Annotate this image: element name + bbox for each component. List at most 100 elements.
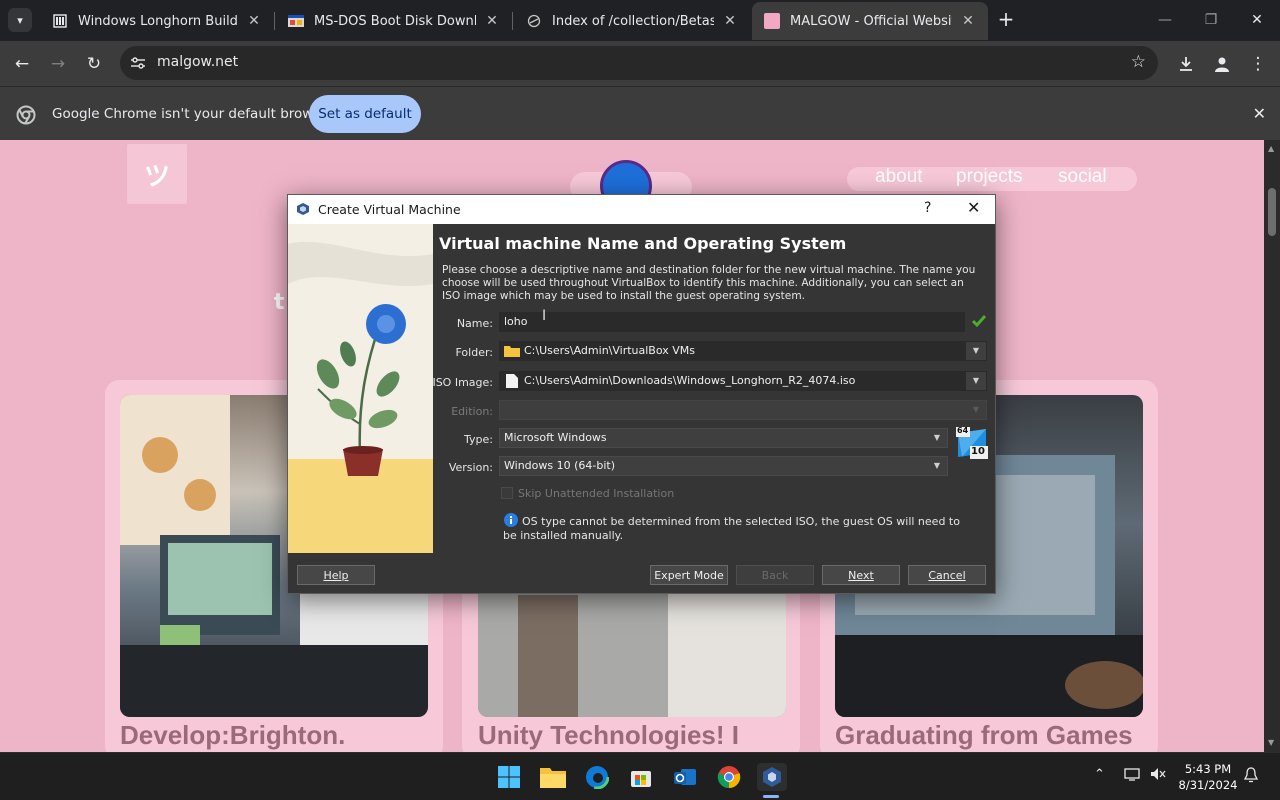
volume-muted-icon[interactable]: [1150, 767, 1166, 785]
browser-toolbar: ← → ↻ malgow.net ☆ ⋮: [0, 41, 1280, 86]
infobar-message: Google Chrome isn't your default browser: [52, 106, 335, 122]
tab-title: MS-DOS Boot Disk Download |: [314, 13, 476, 29]
url-text[interactable]: malgow.net: [157, 54, 238, 70]
dropdown-arrow-icon[interactable]: ▼: [966, 372, 986, 390]
download-icon[interactable]: [1171, 49, 1201, 79]
folder-icon: [504, 344, 520, 360]
page-scrollbar[interactable]: ▲ ▼: [1264, 140, 1280, 752]
type-label: Type:: [464, 433, 493, 446]
microsoft-store-icon[interactable]: [627, 763, 655, 791]
next-button[interactable]: Next: [822, 565, 900, 585]
nav-projects[interactable]: projects: [956, 166, 1023, 188]
edge-browser-icon[interactable]: [583, 763, 611, 791]
card-title[interactable]: Develop:Brighton.: [120, 720, 345, 751]
restore-icon[interactable]: ❐: [1188, 0, 1234, 40]
new-tab-button[interactable]: +: [994, 8, 1018, 32]
skip-unattended-label: Skip Unattended Installation: [518, 487, 675, 500]
chrome-logo-icon: [16, 105, 36, 125]
tab-title: Windows Longhorn Build 5112: [78, 13, 238, 29]
window-close-icon[interactable]: ✕: [1234, 0, 1280, 40]
back-button: Back: [736, 565, 814, 585]
windows-taskbar: ⌃ 5:43 PM 8/31/2024: [0, 752, 1280, 800]
forward-arrow-icon[interactable]: →: [43, 49, 73, 79]
tab-close-icon[interactable]: ✕: [484, 13, 500, 29]
help-button[interactable]: Help: [297, 565, 375, 585]
dropdown-arrow-icon[interactable]: ▼: [966, 342, 986, 360]
virtualbox-taskbar-icon[interactable]: [757, 763, 787, 791]
set-as-default-button[interactable]: Set as default: [309, 95, 421, 133]
site-logo[interactable]: ツ: [127, 144, 187, 204]
expert-mode-button[interactable]: Expert Mode: [650, 565, 728, 585]
tab-msdos[interactable]: MS-DOS Boot Disk Download | ✕: [276, 2, 512, 40]
tab-title: Index of /collection/Betas/: [552, 13, 714, 29]
file-explorer-icon[interactable]: [539, 763, 567, 791]
tab-separator: [274, 12, 275, 30]
chrome-taskbar-icon[interactable]: [715, 763, 743, 791]
tab-index-betas[interactable]: Index of /collection/Betas/ ✕: [514, 2, 750, 40]
type-value: Microsoft Windows: [504, 431, 607, 444]
bookmark-star-icon[interactable]: ☆: [1131, 52, 1146, 72]
show-hidden-icons-chevron-icon[interactable]: ⌃: [1094, 767, 1105, 782]
scrollbar-thumb[interactable]: [1268, 188, 1276, 236]
chevron-down-icon: ▾: [17, 13, 23, 27]
network-icon[interactable]: [1124, 767, 1140, 785]
tab-longhorn[interactable]: Windows Longhorn Build 5112 ✕: [40, 2, 274, 40]
document-favicon-icon: [52, 13, 68, 29]
site-settings-icon[interactable]: [129, 54, 147, 72]
tab-close-icon[interactable]: ✕: [246, 13, 262, 29]
menu-kebab-icon[interactable]: ⋮: [1243, 49, 1273, 79]
system-clock[interactable]: 5:43 PM 8/31/2024: [1178, 761, 1238, 793]
back-arrow-icon[interactable]: ←: [7, 49, 37, 79]
folder-label: Folder:: [455, 346, 493, 359]
clock-date: 8/31/2024: [1178, 778, 1238, 792]
tab-search-button[interactable]: ▾: [8, 8, 32, 32]
notification-bell-icon[interactable]: [1243, 767, 1259, 787]
version-select[interactable]: Windows 10 (64-bit) ▼: [499, 456, 948, 476]
dropdown-arrow-icon[interactable]: ▼: [927, 429, 947, 447]
reload-icon[interactable]: ↻: [79, 49, 109, 79]
valid-check-icon: [971, 313, 987, 333]
site-partial-heading: t: [274, 290, 285, 315]
iso-selector[interactable]: C:\Users\Admin\Downloads\Windows_Longhor…: [499, 371, 987, 391]
nav-about[interactable]: about: [875, 166, 923, 188]
iso-path: C:\Users\Admin\Downloads\Windows_Longhor…: [524, 374, 856, 387]
dropdown-arrow-icon: ▼: [972, 405, 980, 414]
minimize-icon[interactable]: —: [1142, 0, 1188, 40]
next-button-label: Next: [848, 568, 874, 582]
address-bar[interactable]: malgow.net ☆: [120, 46, 1158, 80]
tab-malgow[interactable]: MALGOW - Official Website! ✕: [752, 2, 988, 40]
folder-path: C:\Users\Admin\VirtualBox VMs: [524, 344, 695, 357]
card-title[interactable]: Unity Technologies! I: [478, 720, 739, 751]
scroll-down-icon[interactable]: ▼: [1268, 738, 1274, 747]
name-input[interactable]: loho: [499, 312, 965, 332]
profile-icon[interactable]: [1207, 49, 1237, 79]
cancel-button[interactable]: Cancel: [908, 565, 986, 585]
windows10-os-icon: 64 10: [956, 426, 988, 459]
scroll-up-icon[interactable]: ▲: [1268, 144, 1274, 153]
tab-separator: [512, 12, 513, 30]
nav-social[interactable]: social: [1058, 166, 1107, 188]
help-button-label: Help: [323, 568, 349, 582]
start-windows-icon[interactable]: [495, 763, 523, 791]
name-label: Name:: [456, 317, 493, 330]
version-label: Version:: [448, 461, 493, 474]
tab-close-icon[interactable]: ✕: [960, 13, 976, 29]
dialog-help-icon[interactable]: ?: [924, 200, 931, 216]
infobar-close-icon[interactable]: ✕: [1253, 104, 1266, 123]
outlook-icon[interactable]: [671, 763, 699, 791]
version-value: Windows 10 (64-bit): [504, 459, 615, 472]
card-title[interactable]: Graduating from Games: [835, 720, 1133, 751]
dialog-close-icon[interactable]: ✕: [967, 198, 980, 217]
type-select[interactable]: Microsoft Windows ▼: [499, 428, 948, 448]
os-info-note: OS type cannot be determined from the se…: [503, 515, 960, 542]
tab-strip: ▾ Windows Longhorn Build 5112 ✕ MS-DOS B…: [0, 0, 1280, 41]
tab-close-icon[interactable]: ✕: [722, 13, 738, 29]
default-browser-infobar: Google Chrome isn't your default browser…: [0, 86, 1280, 140]
dropdown-arrow-icon[interactable]: ▼: [927, 457, 947, 475]
dialog-titlebar[interactable]: Create Virtual Machine ? ✕: [288, 195, 995, 224]
edition-select: ▼: [499, 400, 987, 420]
virtualbox-icon: [296, 202, 310, 216]
folder-selector[interactable]: C:\Users\Admin\VirtualBox VMs ▼: [499, 341, 987, 361]
os-version-text: 10: [971, 446, 985, 457]
edition-label: Edition:: [451, 405, 493, 418]
